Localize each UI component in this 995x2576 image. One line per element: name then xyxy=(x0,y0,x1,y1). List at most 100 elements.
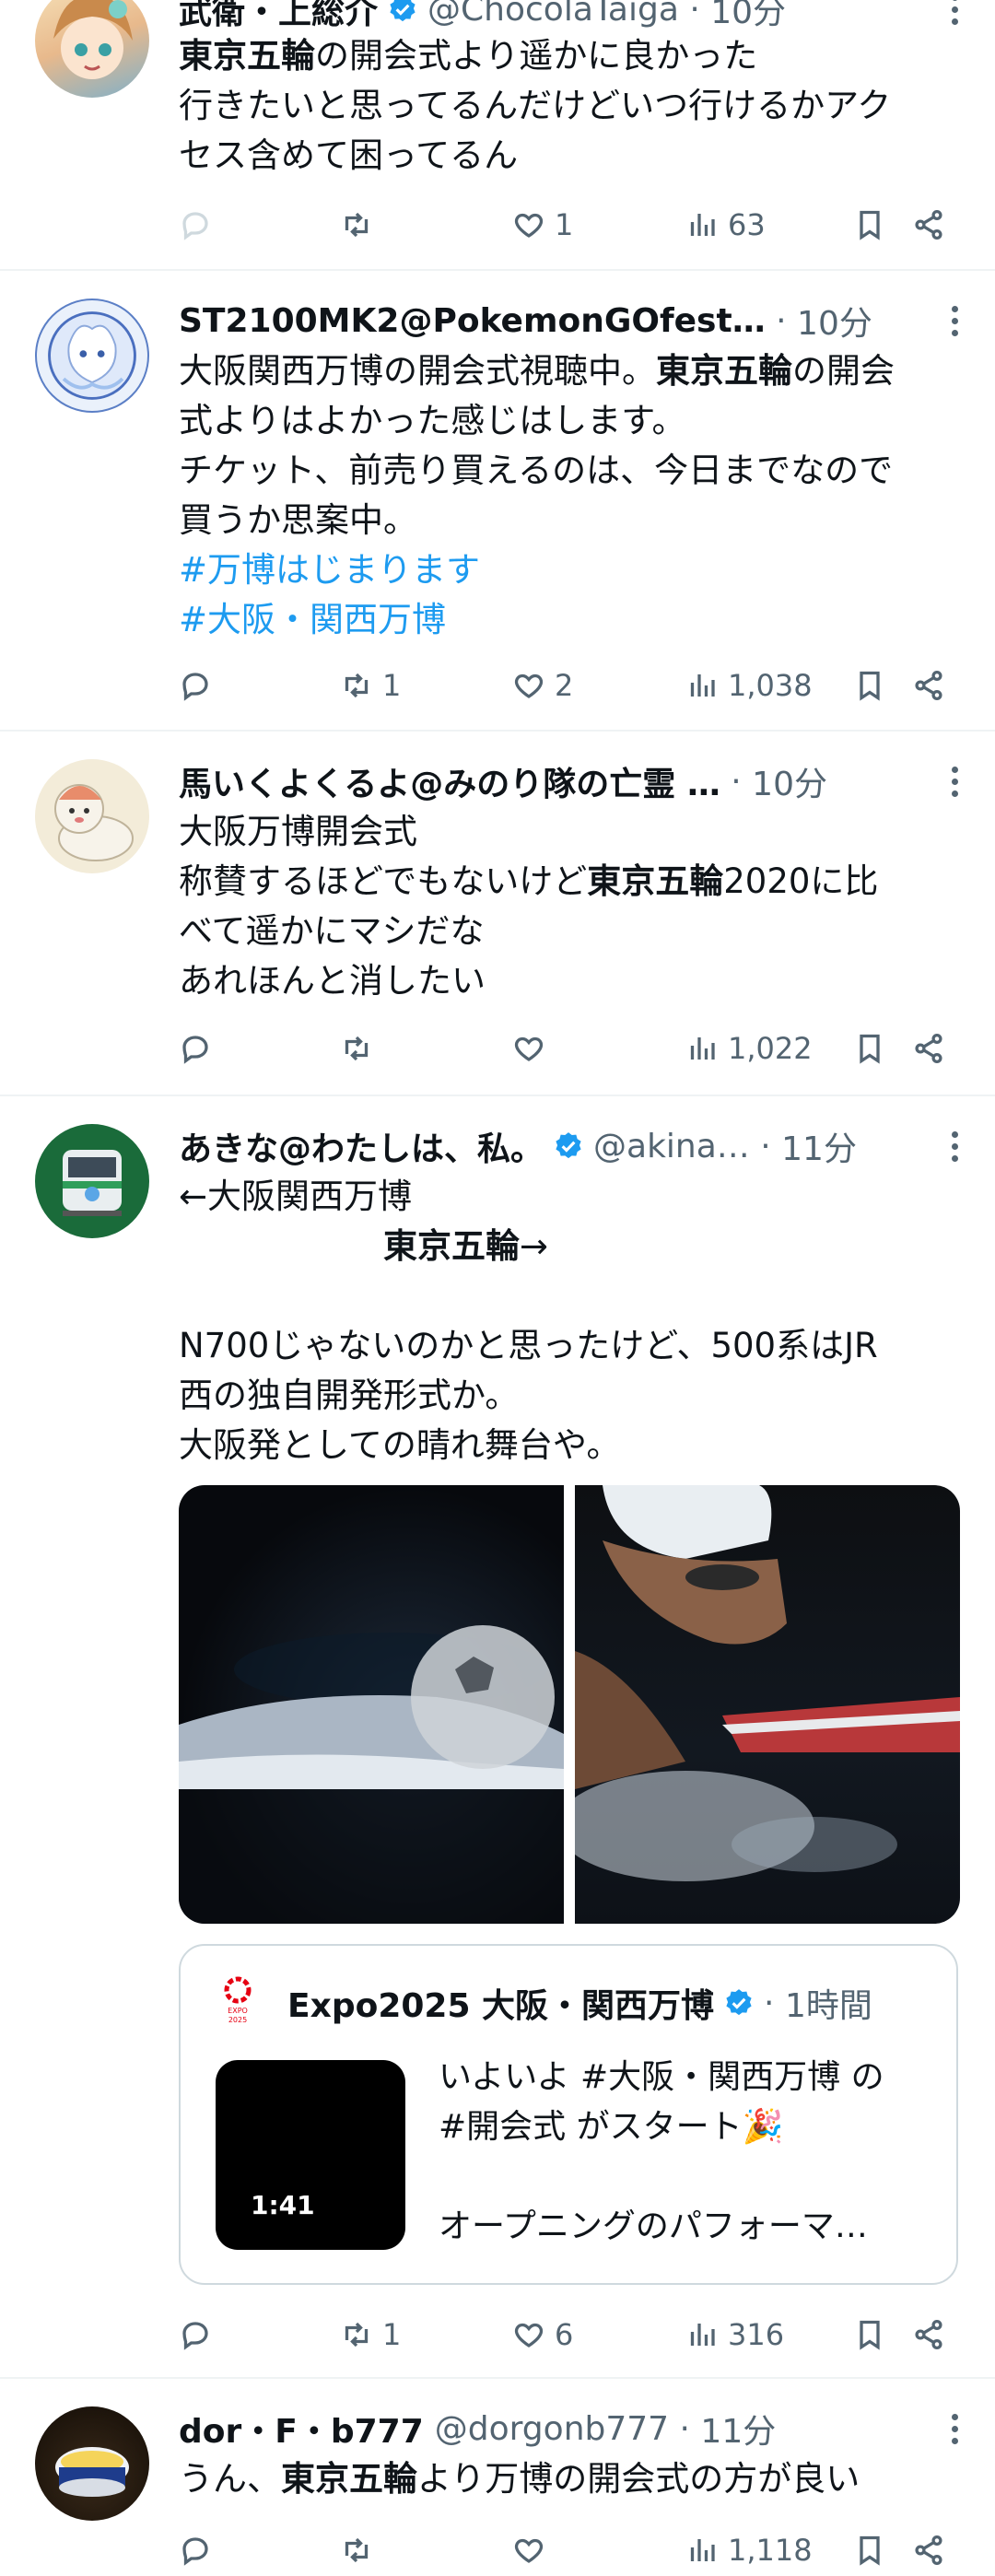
views-button[interactable]: 316 xyxy=(685,2309,784,2360)
bookmark-icon xyxy=(860,2535,880,2566)
timestamp[interactable]: 10分 xyxy=(797,297,872,345)
quote-video-thumbnail[interactable]: 1:41 xyxy=(216,2060,405,2250)
avatar[interactable] xyxy=(35,1124,149,1238)
keyword-highlight: 東京五輪 xyxy=(281,2459,417,2499)
bookmark-button[interactable] xyxy=(853,660,886,711)
display-name[interactable]: 馬いくよくるよ@みのり隊の亡霊 … xyxy=(179,757,720,805)
avatar[interactable] xyxy=(35,299,149,413)
more-options-icon[interactable] xyxy=(936,1122,973,1170)
timestamp[interactable]: 10分 xyxy=(752,757,827,805)
separator-dot: · xyxy=(669,2409,701,2448)
action-bar: 1,118 xyxy=(179,2524,953,2576)
tweet-text-line: 東京五輪→ xyxy=(179,1222,962,1271)
separator-dot: · xyxy=(749,1127,782,1165)
more-options-icon[interactable] xyxy=(936,757,973,805)
reply-button[interactable] xyxy=(179,2309,221,2360)
tweet-header: ST2100MK2@PokemonGOfest… · 10分 xyxy=(179,297,973,345)
handle[interactable]: @akina… xyxy=(593,1128,750,1165)
text-segment: N700じゃないのかと思ったけど、500系はJR xyxy=(179,1326,878,1365)
keyword-highlight: 東京五輪 xyxy=(587,861,724,901)
tweet-header: 馬いくよくるよ@みのり隊の亡霊 … · 10分 xyxy=(179,757,973,805)
hashtag-link[interactable]: #大阪・関西万博 xyxy=(179,600,446,639)
share-button[interactable] xyxy=(912,2309,945,2360)
reply-icon xyxy=(182,1036,208,1064)
text-segment: 大阪発としての晴れ舞台や。 xyxy=(179,1425,621,1465)
media-gallery[interactable] xyxy=(179,1485,960,1924)
action-bar: 1 6 316 xyxy=(179,2309,953,2360)
views-button[interactable]: 1,038 xyxy=(685,660,813,711)
tweet-text-line: 称賛するほどでもないけど東京五輪2020に比 xyxy=(179,857,962,907)
avatar[interactable] xyxy=(35,759,149,873)
reply-button[interactable] xyxy=(179,660,221,711)
display-name[interactable]: ST2100MK2@PokemonGOfest… xyxy=(179,302,766,340)
handle[interactable]: @dorgonb777 xyxy=(435,2410,669,2448)
tweet[interactable]: dor・F・b777 @dorgonb777 · 11分 うん、東京五輪より万博… xyxy=(0,2379,995,2576)
text-segment: あれほんと消したい xyxy=(179,961,486,1001)
hashtag-link[interactable]: #万博はじまります xyxy=(179,550,480,590)
share-icon xyxy=(915,1033,942,1064)
avatar[interactable] xyxy=(35,2406,149,2521)
separator-dot: · xyxy=(720,762,753,801)
retweet-button[interactable]: 1 xyxy=(340,660,401,711)
media-image[interactable] xyxy=(575,1485,960,1924)
more-options-icon[interactable] xyxy=(936,0,973,33)
views-button[interactable]: 1,022 xyxy=(685,1023,813,1074)
retweet-button[interactable]: 1 xyxy=(340,2309,401,2360)
reply-button[interactable] xyxy=(179,1023,221,1074)
like-button[interactable]: 1 xyxy=(512,199,573,251)
share-button[interactable] xyxy=(912,2524,945,2576)
media-image[interactable] xyxy=(179,1485,564,1924)
display-name[interactable]: あきな@わたしは、私。 xyxy=(179,1122,544,1170)
timestamp[interactable]: 10分 xyxy=(710,0,786,33)
share-button[interactable] xyxy=(912,199,945,251)
views-button[interactable]: 63 xyxy=(685,199,766,251)
display-name[interactable]: dor・F・b777 xyxy=(179,2405,424,2453)
reply-button[interactable] xyxy=(179,199,221,251)
like-button[interactable] xyxy=(512,2524,555,2576)
verified-icon xyxy=(390,0,416,22)
action-bar: 1 2 1,038 xyxy=(179,660,953,711)
text-segment: セス含めて困ってるん xyxy=(179,135,519,175)
tweet[interactable]: あきな@わたしは、私。 @akina… · 11分 ←大阪関西万博 東京五輪→ N… xyxy=(0,1096,995,2377)
tweet[interactable]: 馬いくよくるよ@みのり隊の亡霊 … · 10分 大阪万博開会式 称賛するほどでもな… xyxy=(0,732,995,1095)
share-button[interactable] xyxy=(912,1023,945,1074)
handle[interactable]: @ChocolaTaiga xyxy=(427,0,679,29)
views-button[interactable]: 1,118 xyxy=(685,2524,813,2576)
timestamp[interactable]: 11分 xyxy=(700,2405,776,2453)
bookmark-icon xyxy=(860,210,880,240)
reply-icon xyxy=(182,673,208,701)
retweet-button[interactable] xyxy=(340,199,382,251)
tweet[interactable]: ST2100MK2@PokemonGOfest… · 10分 大阪関西万博の開会… xyxy=(0,271,995,730)
quote-display-name[interactable]: Expo2025 大阪・関西万博 xyxy=(287,1979,714,2027)
tweet-text-line xyxy=(179,1271,962,1321)
retweet-button[interactable] xyxy=(340,2524,382,2576)
timestamp[interactable]: 11分 xyxy=(781,1122,857,1170)
bookmark-button[interactable] xyxy=(853,2309,886,2360)
quote-text-line: いよいよ #大阪・関西万博 の xyxy=(439,2058,884,2096)
views-count: 1,038 xyxy=(728,668,813,703)
retweet-icon xyxy=(345,2322,369,2348)
views-icon xyxy=(690,1037,715,1060)
views-icon xyxy=(690,2539,715,2561)
share-button[interactable] xyxy=(912,660,945,711)
more-options-icon[interactable] xyxy=(936,297,973,345)
quoted-tweet[interactable]: EXPO 2025 Expo2025 大阪・関西万博 · 1時間 1:41 いよ… xyxy=(179,1944,958,2285)
bookmark-button[interactable] xyxy=(853,2524,886,2576)
display-name[interactable]: 武衛・上総介 xyxy=(179,0,378,33)
like-button[interactable]: 2 xyxy=(512,660,573,711)
quote-text-line xyxy=(439,2152,936,2202)
verified-icon xyxy=(726,1989,752,2016)
retweet-button[interactable] xyxy=(340,1023,382,1074)
retweet-icon xyxy=(345,1036,369,1061)
quote-timestamp[interactable]: 1時間 xyxy=(785,1979,872,2027)
tweet-text-line: ←大阪関西万博 xyxy=(179,1172,962,1222)
tweet-text-line: #大阪・関西万博 xyxy=(179,595,962,645)
tweet[interactable]: 武衛・上総介 @ChocolaTaiga · 10分 東京五輪の開会式より遥かに… xyxy=(0,0,995,269)
reply-button[interactable] xyxy=(179,2524,221,2576)
bookmark-button[interactable] xyxy=(853,1023,886,1074)
bookmark-button[interactable] xyxy=(853,199,886,251)
like-button[interactable] xyxy=(512,1023,555,1074)
more-options-icon[interactable] xyxy=(936,2405,973,2453)
like-button[interactable]: 6 xyxy=(512,2309,573,2360)
avatar[interactable] xyxy=(35,0,149,98)
